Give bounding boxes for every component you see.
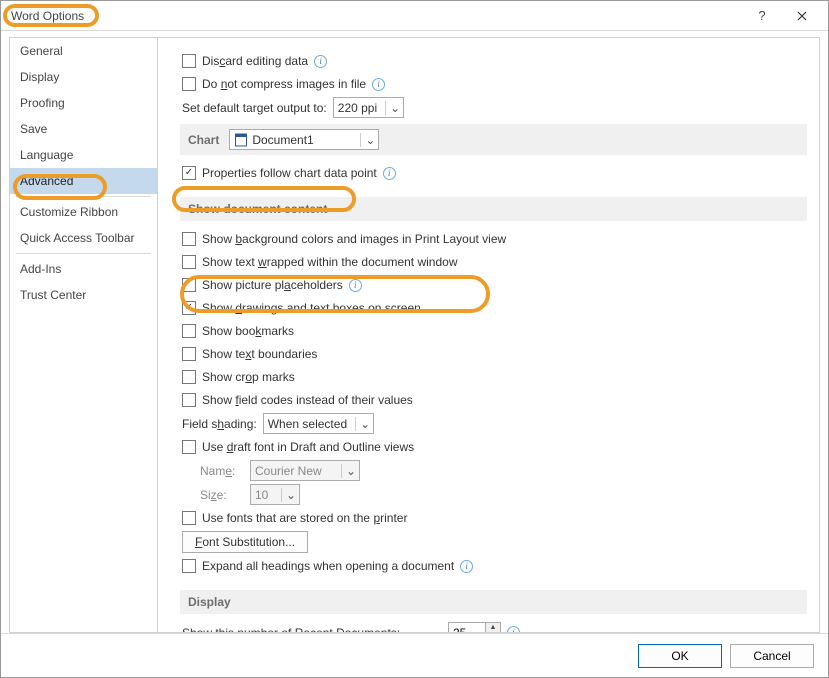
sidebar-item-advanced[interactable]: Advanced	[10, 168, 157, 194]
chevron-down-icon: ⌄	[385, 101, 399, 115]
label-crop-marks: Show crop marks	[202, 370, 295, 384]
label-text-wrapped: Show text wrapped within the document wi…	[202, 255, 457, 269]
info-icon[interactable]	[507, 626, 520, 632]
section-label: Show document content	[188, 202, 327, 216]
label-expand-headings: Expand all headings when opening a docum…	[202, 559, 454, 573]
select-value: 10	[255, 488, 268, 502]
label-discard-editing: Discard editing data	[202, 54, 308, 68]
checkbox-picture-placeholders[interactable]	[182, 278, 196, 292]
info-icon[interactable]	[383, 167, 396, 180]
checkbox-expand-headings[interactable]	[182, 559, 196, 573]
section-show-document-content: Show document content	[180, 197, 807, 221]
label-no-compress: Do not compress images in file	[202, 77, 366, 91]
info-icon[interactable]	[349, 279, 362, 292]
label-printer-fonts: Use fonts that are stored on the printer	[202, 511, 407, 525]
info-icon[interactable]	[314, 55, 327, 68]
label-default-output: Set default target output to:	[182, 101, 327, 115]
checkbox-printer-fonts[interactable]	[182, 511, 196, 525]
checkbox-bookmarks[interactable]	[182, 324, 196, 338]
select-font-name: Courier New ⌄	[250, 460, 360, 481]
checkbox-drawings[interactable]	[182, 301, 196, 315]
checkbox-no-compress[interactable]	[182, 77, 196, 91]
sidebar-item-quick-access[interactable]: Quick Access Toolbar	[10, 225, 157, 251]
ok-button[interactable]: OK	[638, 644, 722, 668]
section-display: Display	[180, 590, 807, 614]
window-title: Word Options	[11, 9, 742, 23]
titlebar: Word Options ?	[1, 1, 828, 31]
select-value: 220 ppi	[338, 101, 377, 115]
sidebar-item-language[interactable]: Language	[10, 142, 157, 168]
info-icon[interactable]	[460, 560, 473, 573]
checkbox-field-codes[interactable]	[182, 393, 196, 407]
label-bookmarks: Show bookmarks	[202, 324, 294, 338]
chevron-down-icon: ⌄	[355, 417, 369, 431]
select-chart-document[interactable]: Document1 ⌄	[229, 129, 379, 150]
chevron-down-icon: ⌄	[341, 464, 355, 478]
checkbox-draft-font[interactable]	[182, 440, 196, 454]
cancel-button[interactable]: Cancel	[730, 644, 814, 668]
checkbox-bg-colors[interactable]	[182, 232, 196, 246]
label-drawings: Show drawings and text boxes on screen	[202, 301, 421, 315]
label-text-boundaries: Show text boundaries	[202, 347, 317, 361]
button-font-substitution[interactable]: Font Substitution...	[182, 531, 308, 553]
select-default-output[interactable]: 220 ppi ⌄	[333, 97, 404, 118]
close-icon	[797, 11, 807, 21]
sidebar-item-customize-ribbon[interactable]: Customize Ribbon	[10, 199, 157, 225]
help-button[interactable]: ?	[742, 2, 782, 30]
label-font-name: Name:	[200, 464, 244, 478]
sidebar-item-display[interactable]: Display	[10, 64, 157, 90]
label-recent-docs: Show this number of Recent Documents:	[182, 626, 442, 633]
content-pane: Discard editing data Do not compress ima…	[158, 38, 819, 632]
sidebar-item-trust-center[interactable]: Trust Center	[10, 282, 157, 308]
label-properties-follow: Properties follow chart data point	[202, 166, 377, 180]
sidebar-item-proofing[interactable]: Proofing	[10, 90, 157, 116]
chevron-down-icon: ⌄	[281, 488, 295, 502]
info-icon[interactable]	[372, 78, 385, 91]
sidebar-item-save[interactable]: Save	[10, 116, 157, 142]
label-picture-placeholders: Show picture placeholders	[202, 278, 343, 292]
checkbox-text-boundaries[interactable]	[182, 347, 196, 361]
select-value: Courier New	[255, 464, 322, 478]
label-field-codes: Show field codes instead of their values	[202, 393, 413, 407]
section-label: Display	[188, 595, 231, 609]
section-label: Chart	[188, 133, 219, 147]
sidebar-item-general[interactable]: General	[10, 38, 157, 64]
sidebar-item-addins[interactable]: Add-Ins	[10, 256, 157, 282]
select-value: Document1	[252, 133, 313, 147]
label-font-size: Size:	[200, 488, 244, 502]
sidebar-separator	[16, 196, 151, 197]
label-bg-colors: Show background colors and images in Pri…	[202, 232, 506, 246]
close-button[interactable]	[782, 2, 822, 30]
checkbox-crop-marks[interactable]	[182, 370, 196, 384]
sidebar-separator	[16, 253, 151, 254]
select-value: When selected	[268, 417, 347, 431]
select-font-size: 10 ⌄	[250, 484, 300, 505]
checkbox-discard-editing[interactable]	[182, 54, 196, 68]
checkbox-properties-follow[interactable]	[182, 166, 196, 180]
sidebar: General Display Proofing Save Language A…	[9, 37, 158, 633]
checkbox-text-wrapped[interactable]	[182, 255, 196, 269]
recent-docs-input[interactable]	[449, 623, 485, 632]
spin-up-icon[interactable]: ▲	[486, 623, 500, 632]
document-icon	[234, 133, 248, 147]
spinner-recent-docs[interactable]: ▲ ▼	[448, 622, 501, 632]
section-chart: Chart Document1 ⌄	[180, 124, 807, 155]
dialog-footer: OK Cancel	[1, 633, 828, 677]
label-field-shading: Field shading:	[182, 417, 257, 431]
select-field-shading[interactable]: When selected ⌄	[263, 413, 374, 434]
label-draft-font: Use draft font in Draft and Outline view…	[202, 440, 414, 454]
chevron-down-icon: ⌄	[360, 133, 374, 147]
